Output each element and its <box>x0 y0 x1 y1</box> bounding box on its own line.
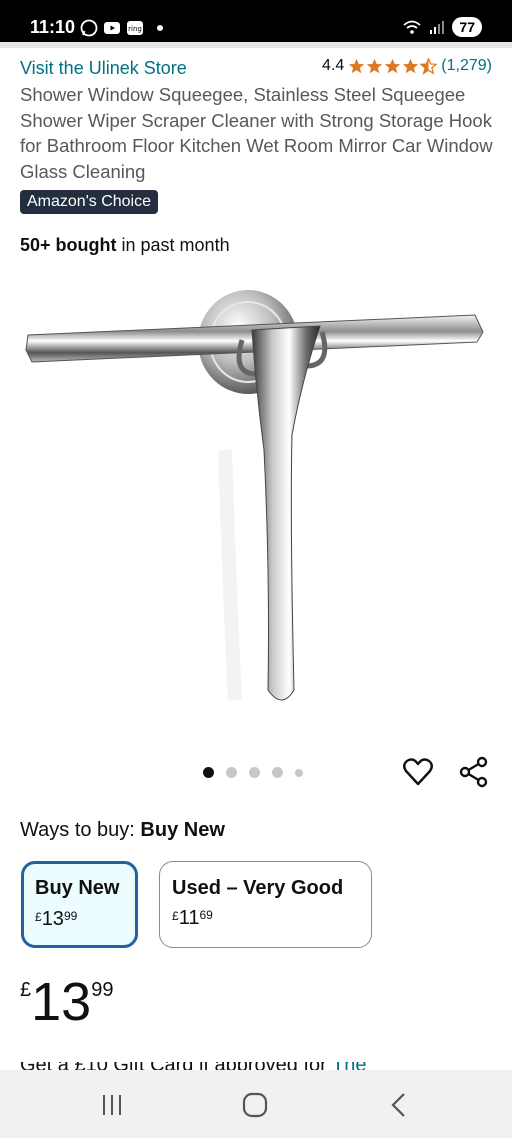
carousel-dot[interactable] <box>272 767 283 778</box>
purchase-count-suffix: in past month <box>116 235 230 255</box>
whatsapp-icon <box>80 19 98 37</box>
carousel-dot[interactable] <box>226 767 237 778</box>
signal-icon <box>430 21 445 34</box>
rating-value: 4.4 <box>322 57 345 74</box>
notification-icons: ring <box>80 19 163 37</box>
image-carousel-indicator[interactable] <box>203 767 303 778</box>
heart-icon[interactable] <box>402 756 434 788</box>
ring-icon: ring <box>127 21 143 35</box>
back-icon[interactable] <box>384 1090 414 1120</box>
buy-new-option[interactable]: Buy New £1399 <box>21 861 138 948</box>
half-star-icon <box>420 57 438 75</box>
option-price: £1399 <box>35 908 78 930</box>
share-icon[interactable] <box>458 756 490 788</box>
ways-to-buy-label: Ways to buy: <box>20 819 141 841</box>
recent-apps-icon[interactable] <box>97 1090 127 1120</box>
wifi-icon <box>403 20 422 34</box>
product-title: Shower Window Squeegee, Stainless Steel … <box>20 84 493 182</box>
price-currency: £ <box>20 979 32 1001</box>
carousel-dot[interactable] <box>249 767 260 778</box>
youtube-icon <box>104 22 120 34</box>
header-divider <box>0 42 512 48</box>
star-icon <box>349 58 365 73</box>
system-icons: 77 <box>402 17 482 37</box>
store-link[interactable]: Visit the Ulinek Store <box>20 58 187 79</box>
system-navigation-bar <box>0 1070 512 1138</box>
amazons-choice-badge[interactable]: Amazon's Choice <box>20 190 158 214</box>
ways-to-buy-heading: Ways to buy: Buy New <box>20 819 225 842</box>
product-price: £1399 <box>20 975 113 1029</box>
price-fraction: 99 <box>91 979 114 1001</box>
star-icon <box>385 58 401 73</box>
star-icon <box>367 58 383 73</box>
star-icon <box>403 58 419 73</box>
battery-indicator: 77 <box>452 17 482 37</box>
carousel-dot[interactable] <box>203 767 214 778</box>
carousel-dot[interactable] <box>295 768 303 777</box>
product-image[interactable] <box>20 270 492 740</box>
purchase-count: 50+ bought in past month <box>20 235 230 256</box>
option-title: Used – Very Good <box>172 877 344 899</box>
star-rating <box>348 57 438 75</box>
option-price: £1169 <box>172 907 213 929</box>
ways-to-buy-selected: Buy New <box>140 819 225 841</box>
used-very-good-option[interactable]: Used – Very Good £1169 <box>159 861 372 948</box>
svg-text:ring: ring <box>128 25 142 33</box>
home-icon[interactable] <box>240 1090 270 1120</box>
rating-summary[interactable]: 4.4 (1,279) <box>322 57 492 75</box>
option-title: Buy New <box>35 877 120 899</box>
review-count[interactable]: (1,279) <box>441 57 492 75</box>
status-bar: 11:10 ring 77 <box>0 0 512 42</box>
price-whole: 13 <box>31 972 92 1032</box>
status-time: 11:10 <box>30 17 76 37</box>
more-notifications-dot <box>157 25 163 31</box>
purchase-count-bold: 50+ bought <box>20 235 117 255</box>
